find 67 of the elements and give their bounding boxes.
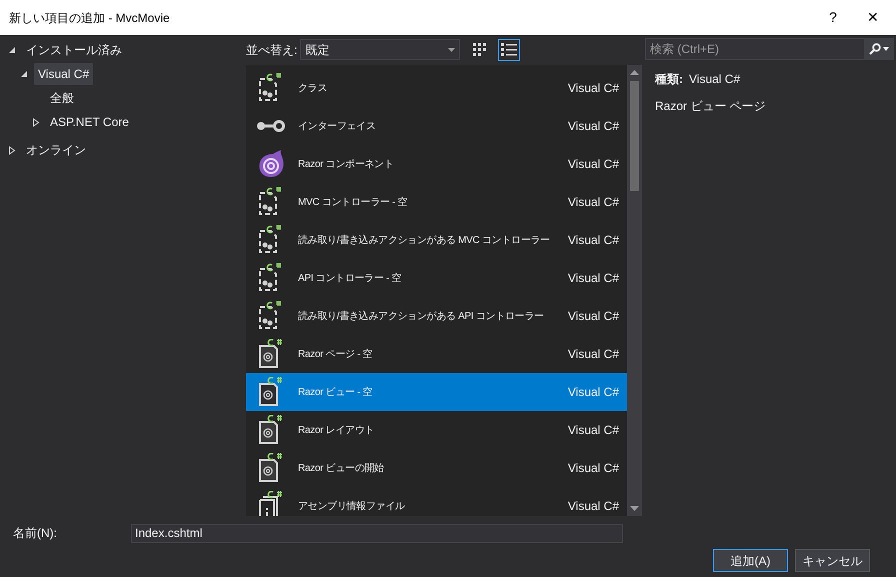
template-item[interactable]: Razor レイアウト Visual C# [246, 411, 627, 449]
template-item[interactable]: MVC コントローラー - 空 Visual C# [246, 183, 627, 221]
template-language: Visual C# [568, 80, 619, 97]
name-label: 名前(N): [12, 525, 58, 542]
type-label: 種類: [655, 71, 683, 88]
template-description: Razor ビュー ページ [655, 98, 767, 115]
template-name: 読み取り/書き込みアクションがある API コントローラー [298, 310, 545, 324]
interface-icon [256, 119, 286, 133]
search-field[interactable]: 検索 (Ctrl+E) [645, 38, 864, 60]
template-language: Visual C# [568, 498, 619, 515]
template-name: Razor ビュー - 空 [298, 386, 374, 400]
tree-item[interactable]: Visual C# [34, 63, 94, 85]
search-icon [869, 43, 881, 55]
dropdown-caret-icon [883, 47, 889, 51]
template-language: Visual C# [568, 194, 619, 211]
template-name: Razor ページ - 空 [298, 348, 374, 362]
collapsed-arrow-icon[interactable] [8, 146, 16, 154]
template-item[interactable]: 読み取り/書き込みアクションがある MVC コントローラー Visual C# [246, 221, 627, 259]
search-button[interactable] [864, 38, 894, 60]
template-name: クラス [298, 82, 328, 96]
template-item[interactable]: アセンブリ情報ファイル Visual C# [246, 487, 627, 516]
template-name: Razor コンポーネント [298, 158, 395, 172]
template-language: Visual C# [568, 156, 619, 173]
window-title: 新しい項目の追加 - MvcMovie [9, 10, 171, 26]
template-name: API コントローラー - 空 [298, 272, 402, 286]
help-button[interactable]: ? [816, 0, 850, 34]
sort-dropdown[interactable]: 既定 [300, 39, 460, 60]
close-button[interactable]: ✕ [850, 0, 896, 34]
template-name: Razor ビューの開始 [298, 462, 385, 476]
list-view-button[interactable] [498, 38, 520, 60]
template-language: Visual C# [568, 270, 619, 287]
template-name: MVC コントローラー - 空 [298, 196, 408, 210]
template-item[interactable]: Razor ビューの開始 Visual C# [246, 449, 627, 487]
template-item[interactable]: Razor ビュー - 空 Visual C# [246, 373, 627, 411]
template-language: Visual C# [568, 232, 619, 249]
dialog-button[interactable]: 追加(A) [713, 549, 788, 572]
sort-label: 並べ替え: [246, 42, 298, 58]
template-name: インターフェイス [298, 120, 377, 134]
template-item[interactable]: インターフェイス Visual C# [246, 107, 627, 145]
template-item[interactable]: Razor コンポーネント Visual C# [246, 145, 627, 183]
dropdown-caret-icon [448, 48, 456, 52]
template-name: 読み取り/書き込みアクションがある MVC コントローラー [298, 234, 551, 248]
template-language: Visual C# [568, 118, 619, 135]
template-language: Visual C# [568, 346, 619, 363]
template-name: Razor レイアウト [298, 424, 376, 438]
scrollbar-thumb[interactable] [630, 81, 639, 191]
template-item[interactable]: クラス Visual C# [246, 69, 627, 107]
template-language: Visual C# [568, 308, 619, 325]
template-language: Visual C# [568, 384, 619, 401]
template-language: Visual C# [568, 422, 619, 439]
template-language: Visual C# [568, 460, 619, 477]
type-value: Visual C# [689, 71, 740, 88]
name-field[interactable]: Index.cshtml [131, 524, 623, 542]
list-icon [501, 42, 518, 56]
small-icons-icon [473, 42, 488, 56]
template-item[interactable]: Razor ページ - 空 Visual C# [246, 335, 627, 373]
tree-item[interactable]: ASP.NET Core [46, 111, 133, 133]
dialog-button[interactable]: キャンセル [795, 549, 870, 572]
tree-item[interactable]: オンライン [22, 139, 90, 161]
tree-item[interactable]: インストール済み [22, 39, 126, 61]
expanded-arrow-icon[interactable] [8, 46, 16, 54]
tree-item[interactable]: 全般 [46, 87, 78, 109]
collapsed-arrow-icon[interactable] [32, 118, 40, 126]
template-name: アセンブリ情報ファイル [298, 500, 406, 514]
template-item[interactable]: 読み取り/書き込みアクションがある API コントローラー Visual C# [246, 297, 627, 335]
template-item[interactable]: API コントローラー - 空 Visual C# [246, 259, 627, 297]
expanded-arrow-icon[interactable] [20, 70, 28, 78]
